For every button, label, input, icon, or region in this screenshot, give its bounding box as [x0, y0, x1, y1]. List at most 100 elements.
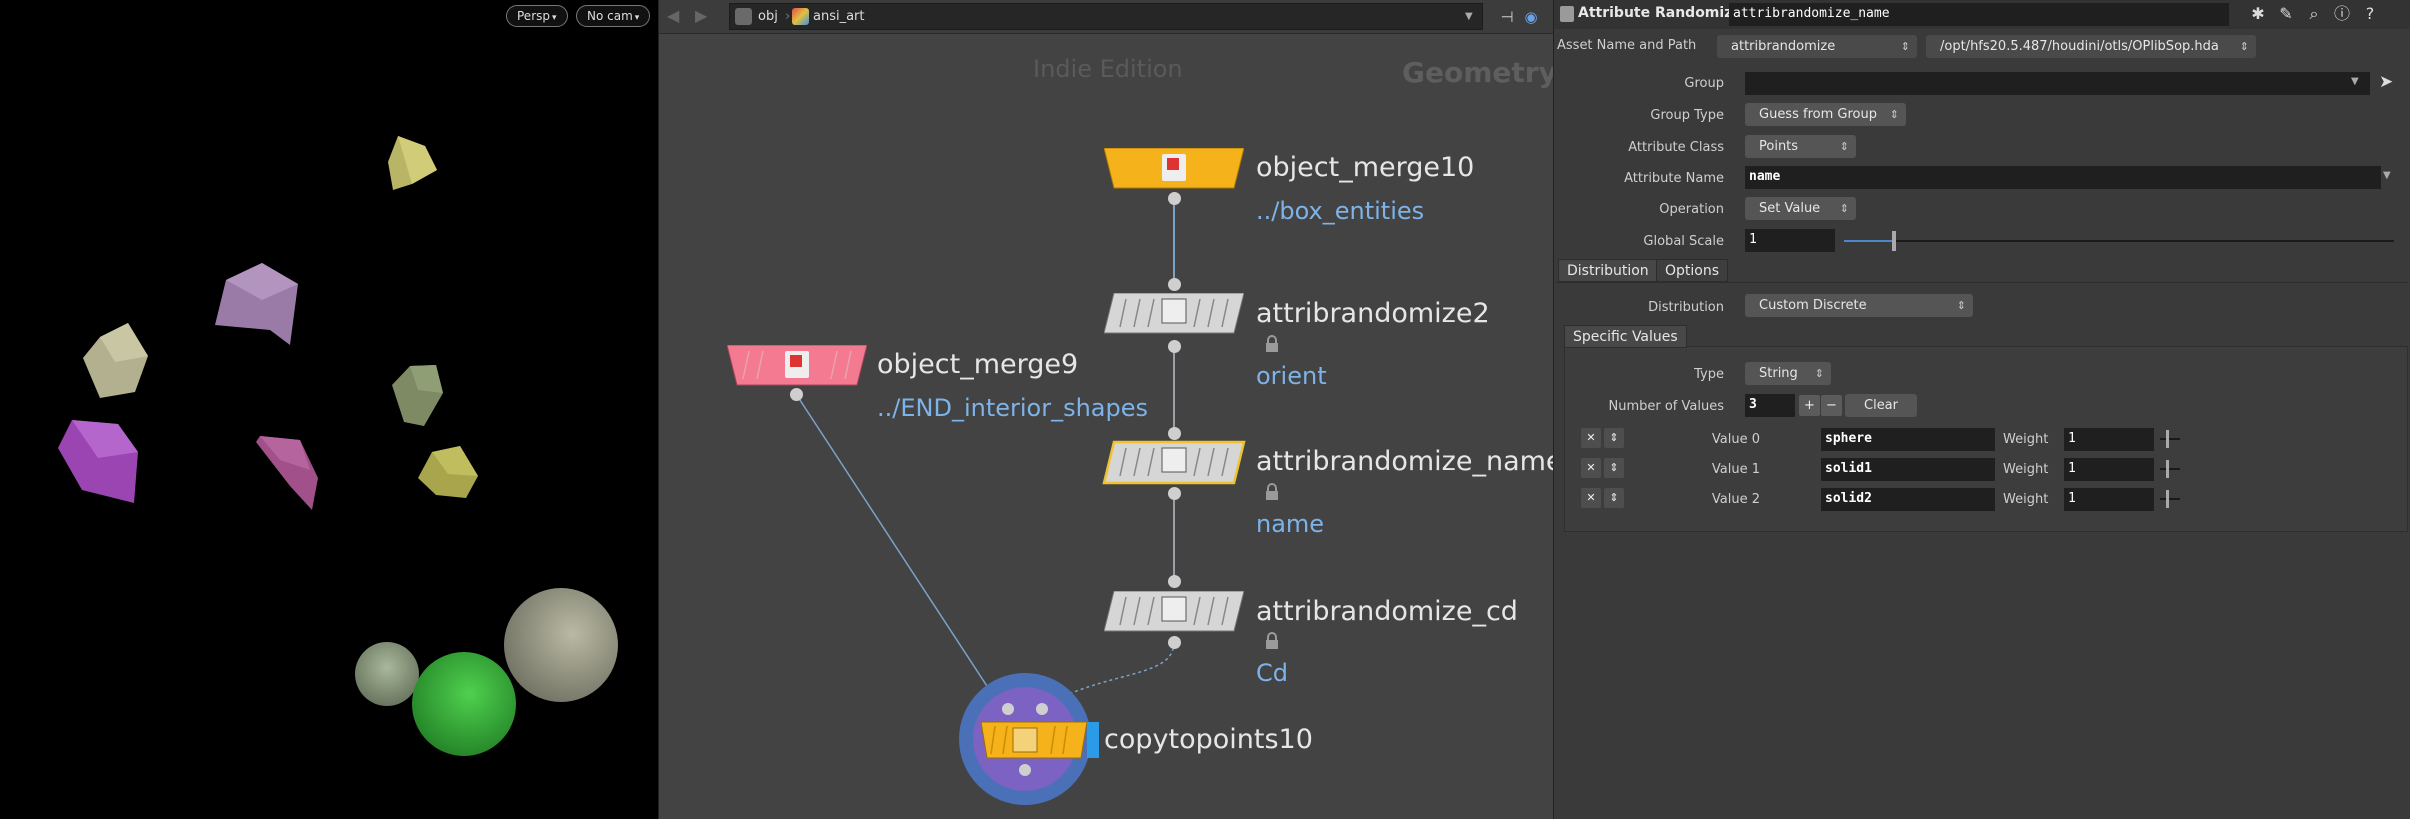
node-parameter: orient — [1256, 362, 1327, 390]
tab-options[interactable]: Options — [1656, 259, 1729, 282]
input-connector[interactable] — [1168, 427, 1181, 440]
distribution-menu[interactable]: Custom Discrete ⇕ — [1745, 294, 1973, 317]
output-connector[interactable] — [1168, 340, 1181, 353]
clear-values-button[interactable]: Clear — [1845, 394, 1917, 417]
input-connector[interactable] — [1168, 278, 1181, 291]
group-type-label: Group Type — [1650, 108, 1724, 123]
global-scale-field[interactable]: 1 — [1745, 229, 1835, 252]
node-name: object_merge9 — [877, 349, 1079, 380]
type-value: String — [1759, 366, 1798, 381]
info-icon[interactable]: ⓘ — [2332, 4, 2352, 24]
spinner-icon: ⇕ — [2239, 40, 2249, 53]
weight-field[interactable]: 1 — [2064, 458, 2154, 481]
tab-specific-values[interactable]: Specific Values — [1564, 325, 1687, 348]
input-connector[interactable] — [1168, 575, 1181, 588]
search-icon[interactable]: ⌕ — [2304, 4, 2324, 24]
node-parameter: ../box_entities — [1256, 197, 1425, 225]
chevron-down-icon[interactable]: ▼ — [2383, 170, 2391, 181]
asset-label: Asset Name and Path — [1557, 38, 1697, 53]
node-name: copytopoints10 — [1104, 724, 1313, 755]
parameter-header: Attribute Randomize attribrandomize_name… — [1554, 0, 2410, 29]
weight-field[interactable]: 1 — [2064, 428, 2154, 451]
spinner-icon: ⇕ — [1839, 140, 1849, 153]
asset-path-value: /opt/hfs20.5.487/houdini/otls/OPlibSop.h… — [1940, 39, 2219, 54]
spinner-icon: ⇕ — [1900, 40, 1910, 53]
tab-distribution[interactable]: Distribution — [1558, 259, 1658, 282]
slider-handle[interactable] — [2166, 460, 2169, 478]
value-label: Value 1 — [1711, 462, 1760, 477]
lock-icon — [1266, 632, 1278, 649]
reorder-value-icon[interactable]: ⇕ — [1604, 458, 1624, 478]
sphere-green — [412, 652, 516, 756]
weight-slider[interactable] — [2160, 490, 2180, 508]
copytopoints10-node[interactable] — [959, 672, 1099, 806]
node-parameter: Cd — [1256, 659, 1288, 687]
slider-track — [2160, 498, 2180, 500]
scene-viewport[interactable]: Persp ▾ No cam ▾ — [0, 0, 658, 819]
spinner-icon: ⇕ — [1814, 367, 1824, 380]
weight-slider[interactable] — [2160, 430, 2180, 448]
attribute-class-value: Points — [1759, 139, 1799, 154]
weight-label: Weight — [2003, 462, 2049, 477]
global-scale-label: Global Scale — [1643, 234, 1724, 249]
node-type-label: Attribute Randomize — [1578, 5, 1742, 21]
node-parameter: ../END_interior_shapes — [877, 394, 1149, 422]
chevron-down-icon[interactable]: ▼ — [2351, 76, 2359, 87]
value-field[interactable]: sphere — [1821, 428, 1995, 451]
reorder-value-icon[interactable]: ⇕ — [1604, 488, 1624, 508]
group-type-value: Guess from Group — [1759, 107, 1877, 122]
network-editor[interactable]: ◀ ▶ obj › ansi_art ▼ ⊣ ◉ Indie Edition G… — [658, 0, 1554, 819]
global-scale-slider[interactable] — [1844, 230, 2394, 252]
reorder-value-icon[interactable]: ⇕ — [1604, 428, 1624, 448]
attribrandomize2-node[interactable] — [1104, 293, 1244, 335]
delete-value-icon[interactable]: ✕ — [1581, 428, 1601, 448]
delete-value-icon[interactable]: ✕ — [1581, 488, 1601, 508]
weight-field[interactable]: 1 — [2064, 488, 2154, 511]
remove-value-button[interactable]: − — [1821, 395, 1842, 416]
operation-label: Operation — [1659, 202, 1724, 217]
group-label: Group — [1684, 76, 1724, 91]
slider-track — [2160, 468, 2180, 470]
distribution-label: Distribution — [1648, 300, 1724, 315]
weight-label: Weight — [2003, 432, 2049, 447]
attribute-name-field[interactable]: name — [1745, 166, 2381, 189]
select-arrow-icon[interactable]: ➤ — [2379, 72, 2393, 92]
number-of-values-field[interactable]: 3 — [1745, 394, 1795, 417]
lock-icon — [1266, 483, 1278, 500]
attribrandomize-name-node[interactable] — [1102, 440, 1246, 486]
help-icon[interactable]: ? — [2360, 4, 2380, 24]
output-connector[interactable] — [1168, 487, 1181, 500]
attribute-name-label: Attribute Name — [1624, 171, 1724, 186]
attribrandomize-cd-node[interactable] — [1104, 591, 1244, 633]
asset-name-menu[interactable]: attribrandomize ⇕ — [1717, 35, 1917, 58]
value-field[interactable]: solid2 — [1821, 488, 1995, 511]
node-name-field[interactable]: attribrandomize_name — [1729, 3, 2229, 26]
object-merge9-node[interactable] — [727, 345, 867, 387]
sphere-small — [355, 642, 419, 706]
output-connector[interactable] — [1168, 636, 1181, 649]
slider-fill — [1844, 240, 1894, 242]
delete-value-icon[interactable]: ✕ — [1581, 458, 1601, 478]
output-connector[interactable] — [790, 388, 803, 401]
type-label: Type — [1694, 367, 1724, 382]
object-merge10-node[interactable] — [1104, 148, 1244, 190]
slider-handle[interactable] — [2166, 430, 2169, 448]
gear-icon[interactable]: ✱ — [2248, 4, 2268, 24]
paintbrush-icon[interactable]: ✎ — [2276, 4, 2296, 24]
slider-handle[interactable] — [1891, 231, 1896, 251]
add-value-button[interactable]: + — [1799, 395, 1820, 416]
value-label: Value 2 — [1711, 492, 1760, 507]
group-field[interactable] — [1745, 72, 2370, 95]
spinner-icon: ⇕ — [1889, 108, 1899, 121]
group-type-menu[interactable]: Guess from Group ⇕ — [1745, 103, 1906, 126]
value-field[interactable]: solid1 — [1821, 458, 1995, 481]
output-connector[interactable] — [1168, 192, 1181, 205]
value-label: Value 0 — [1711, 432, 1760, 447]
weight-slider[interactable] — [2160, 460, 2180, 478]
slider-handle[interactable] — [2166, 490, 2169, 508]
number-of-values-label: Number of Values — [1608, 399, 1725, 414]
operation-menu[interactable]: Set Value ⇕ — [1745, 197, 1856, 220]
type-menu[interactable]: String ⇕ — [1745, 362, 1831, 385]
attribute-class-menu[interactable]: Points ⇕ — [1745, 135, 1856, 158]
asset-path-menu[interactable]: /opt/hfs20.5.487/houdini/otls/OPlibSop.h… — [1926, 35, 2256, 58]
